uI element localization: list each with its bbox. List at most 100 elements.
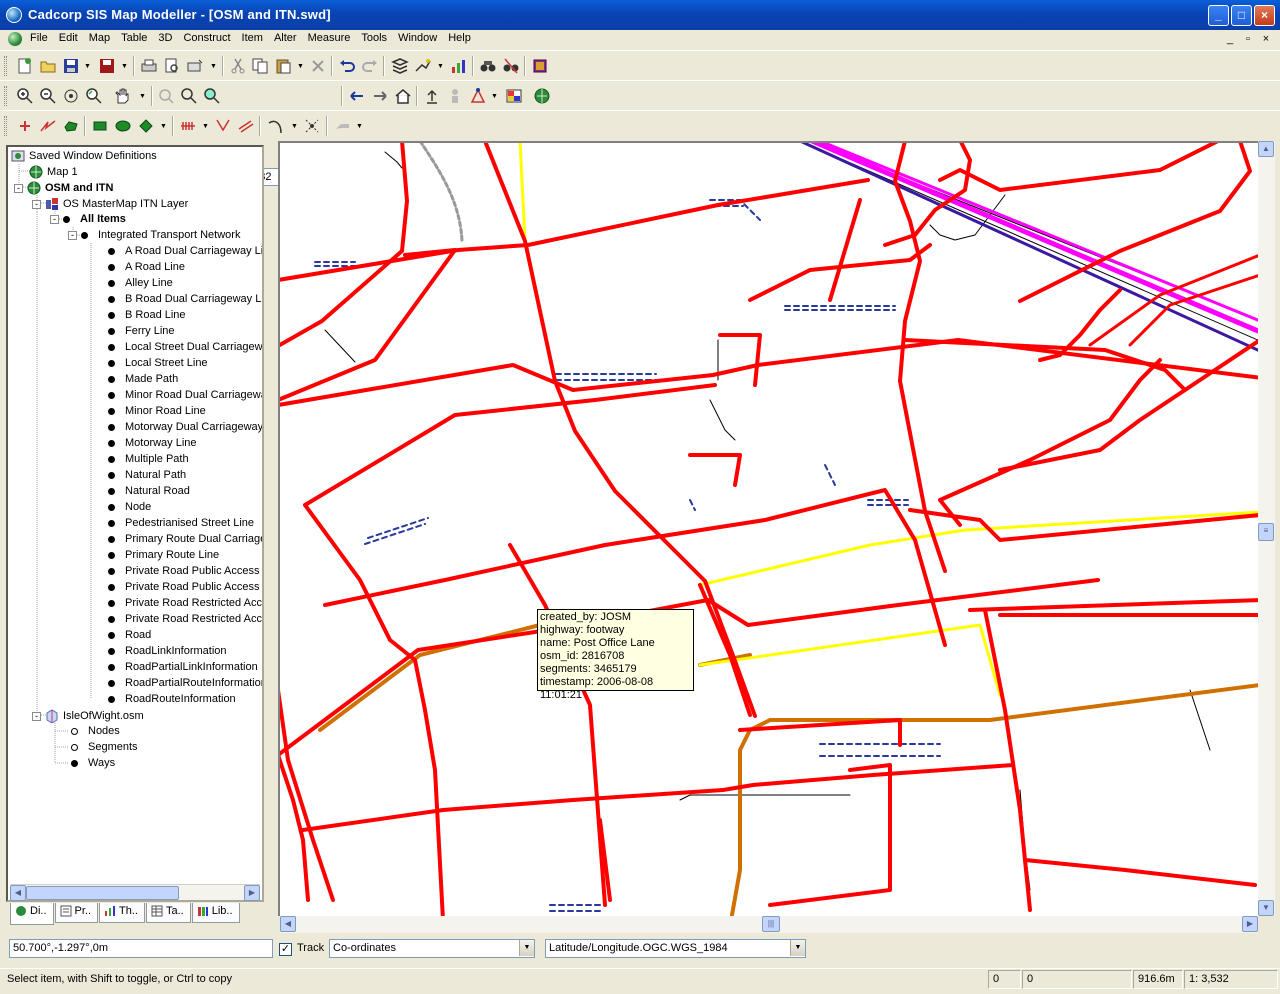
new-icon[interactable] (16, 57, 34, 75)
tree-node-itn-class[interactable]: Local Street Line (108, 357, 208, 373)
zoom-in-icon[interactable] (16, 87, 34, 105)
zoom-items-icon[interactable] (203, 87, 221, 105)
hatch-icon[interactable] (179, 117, 197, 135)
tree-node-itn-class[interactable]: Motorway Line (108, 437, 197, 453)
theme-icon[interactable] (450, 57, 468, 75)
tree-node-itn-class[interactable]: Minor Road Dual Carriagewa (108, 389, 262, 405)
globe-icon[interactable] (533, 87, 551, 105)
overlay-icon[interactable] (414, 57, 432, 75)
menu-window[interactable]: Window (398, 32, 437, 44)
print-icon[interactable] (140, 57, 158, 75)
map-vertical-scrollbar[interactable]: ▲ ≡ ▼ (1258, 141, 1275, 916)
zoom-previous-icon[interactable] (85, 87, 103, 105)
person-icon[interactable] (446, 87, 464, 105)
mdi-close-button[interactable]: × (1258, 32, 1274, 46)
tree-node-itn-class[interactable]: B Road Line (108, 309, 186, 325)
tree-node-osm-itn[interactable]: - OSM and ITN (14, 181, 113, 197)
chevron-down-icon[interactable]: ▼ (519, 940, 534, 956)
tree-node-itn-class[interactable]: Natural Road (108, 485, 190, 501)
point-icon[interactable] (16, 117, 34, 135)
menu-item[interactable]: Item (242, 32, 263, 44)
menu-construct[interactable]: Construct (183, 32, 230, 44)
tree-node-itn-class[interactable]: Primary Route Line (108, 549, 219, 565)
back-arrow-icon[interactable] (348, 87, 366, 105)
delete-icon[interactable] (309, 57, 327, 75)
tree-node-osm-file[interactable]: - IsleOfWight.osm (32, 709, 144, 725)
open-icon[interactable] (39, 57, 57, 75)
tree-node-itn-class[interactable]: RoadRouteInformation (108, 693, 236, 709)
tree-node-osm-nodes[interactable]: Nodes (71, 725, 120, 741)
book-icon[interactable] (531, 57, 549, 75)
undo-icon[interactable] (338, 57, 356, 75)
menu-measure[interactable]: Measure (308, 32, 351, 44)
polygon-icon[interactable] (62, 117, 80, 135)
tree-node-itn-class[interactable]: Ferry Line (108, 325, 175, 341)
tree-node-itn-class[interactable]: Pedestrianised Street Line (108, 517, 254, 533)
save-icon[interactable] (62, 57, 80, 75)
tree-node-itn-class[interactable]: Private Road Public Access (108, 565, 260, 581)
home-icon[interactable] (394, 87, 412, 105)
tree-node-itn-class[interactable]: RoadPartialLinkInformation (108, 661, 258, 677)
tree-node-itn-class[interactable]: RoadLinkInformation (108, 645, 227, 661)
tree-node-itn-class[interactable]: Made Path (108, 373, 178, 389)
scroll-right-icon[interactable]: ▶ (1242, 916, 1258, 932)
tree-node-itn-class[interactable]: Primary Route Dual Carriage (108, 533, 262, 549)
tree-node-itn-class[interactable]: Local Street Dual Carriagew (108, 341, 262, 357)
close-button[interactable]: × (1254, 5, 1275, 26)
circle-icon[interactable] (137, 117, 155, 135)
scroll-left-icon[interactable]: ◀ (10, 885, 26, 901)
tab-library[interactable]: Lib.. (191, 903, 240, 923)
line-icon[interactable] (39, 117, 57, 135)
tab-display[interactable]: Di.. (10, 903, 54, 925)
tree-node-itn-class[interactable]: B Road Dual Carriageway Li (108, 293, 262, 309)
map-colors-icon[interactable] (505, 87, 523, 105)
tree-node-itn-layer[interactable]: - OS MasterMap ITN Layer (32, 197, 188, 213)
tree-node-saved-windows[interactable]: Saved Window Definitions (11, 149, 157, 165)
tree-node-itn-class[interactable]: Private Road Restricted Acc (108, 613, 262, 629)
tree-node-itn-class[interactable]: Private Road Restricted Acc (108, 597, 262, 613)
copy-icon[interactable] (251, 57, 269, 75)
scroll-up-icon[interactable]: ▲ (1258, 141, 1274, 157)
menu-file[interactable]: File (30, 32, 48, 44)
rectangle-icon[interactable] (91, 117, 109, 135)
tree-node-itn-class[interactable]: RoadPartialRouteInformation (108, 677, 262, 693)
coordinate-mode-select[interactable]: Co-ordinates ▼ (329, 939, 535, 958)
location-icon[interactable] (423, 87, 441, 105)
tree-node-itn-class[interactable]: A Road Line (108, 261, 185, 277)
track-checkbox[interactable]: ✓ (279, 943, 292, 956)
print-preview-icon[interactable] (163, 57, 181, 75)
tree-node-map1[interactable]: Map 1 (29, 165, 78, 181)
tree-horizontal-scrollbar[interactable]: ◀ ▶ (10, 884, 260, 901)
tab-themes[interactable]: Th.. (99, 903, 145, 923)
menu-tools[interactable]: Tools (361, 32, 387, 44)
tree-node-itn-class[interactable]: Private Road Public Access (108, 581, 260, 597)
pan-hand-icon[interactable] (113, 87, 131, 105)
redo-icon[interactable] (361, 57, 379, 75)
tab-tables[interactable]: Ta.. (145, 903, 191, 923)
find-next-icon[interactable] (502, 57, 520, 75)
minimize-button[interactable]: _ (1208, 5, 1229, 26)
tree-node-itn-network[interactable]: - Integrated Transport Network (68, 229, 240, 245)
maximize-button[interactable]: □ (1231, 5, 1252, 26)
snap-icon[interactable] (303, 117, 321, 135)
menu-edit[interactable]: Edit (59, 32, 78, 44)
tree-node-itn-class[interactable]: Natural Path (108, 469, 186, 485)
zoom-window-icon[interactable] (157, 87, 175, 105)
scroll-right-icon[interactable]: ▶ (244, 885, 260, 901)
tree-node-all-items[interactable]: - All Items (50, 213, 126, 229)
mdi-minimize-button[interactable]: _ (1222, 32, 1238, 46)
curve-icon[interactable] (214, 117, 232, 135)
ellipse-icon[interactable] (114, 117, 132, 135)
scroll-down-icon[interactable]: ▼ (1258, 900, 1274, 916)
tree-node-osm-ways[interactable]: Ways (71, 757, 115, 773)
tree-node-itn-class[interactable]: Alley Line (108, 277, 173, 293)
paste-icon[interactable] (274, 57, 292, 75)
find-icon[interactable] (479, 57, 497, 75)
chevron-down-icon[interactable]: ▼ (790, 940, 805, 956)
coordinate-input[interactable]: 50.700°,-1.297°,0m (9, 939, 273, 958)
layers-icon[interactable] (391, 57, 409, 75)
menu-alter[interactable]: Alter (274, 32, 297, 44)
collapse-icon[interactable]: - (14, 183, 23, 193)
tree-node-itn-class[interactable]: Motorway Dual Carriageway (108, 421, 262, 437)
map-view[interactable] (278, 141, 1258, 916)
